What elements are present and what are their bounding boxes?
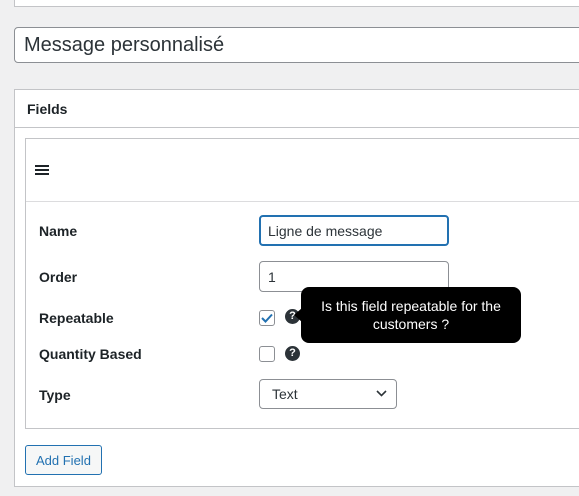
add-field-button[interactable]: Add Field — [25, 445, 102, 475]
quantity-based-checkbox[interactable] — [259, 346, 275, 362]
question-circle-icon[interactable]: ? — [285, 346, 300, 361]
quantity-based-label: Quantity Based — [39, 346, 142, 362]
name-input[interactable] — [259, 215, 449, 246]
tooltip-arrow — [294, 308, 302, 322]
chevron-down-icon — [376, 390, 387, 397]
repeatable-label: Repeatable — [39, 310, 114, 326]
tooltip-text: Is this field repeatable for the custome… — [321, 298, 501, 332]
type-select-value: Text — [272, 386, 298, 402]
type-select[interactable]: Text — [259, 379, 397, 409]
order-label: Order — [39, 269, 78, 285]
type-label: Type — [39, 387, 71, 403]
fields-metabox-title: Fields — [27, 100, 68, 117]
checkmark-icon — [261, 313, 273, 323]
field-card-header[interactable] — [26, 139, 579, 202]
repeatable-help-tooltip: Is this field repeatable for the custome… — [294, 287, 521, 343]
repeatable-checkbox[interactable] — [259, 310, 275, 326]
hamburger-menu-icon[interactable] — [35, 165, 49, 175]
fields-metabox-header: Fields — [15, 90, 579, 128]
field-card: Name Order Repeatable ? Quantity Based ?… — [25, 138, 579, 429]
name-label: Name — [39, 223, 78, 239]
top-panel-edge — [14, 0, 579, 7]
post-title-input[interactable] — [14, 27, 579, 63]
